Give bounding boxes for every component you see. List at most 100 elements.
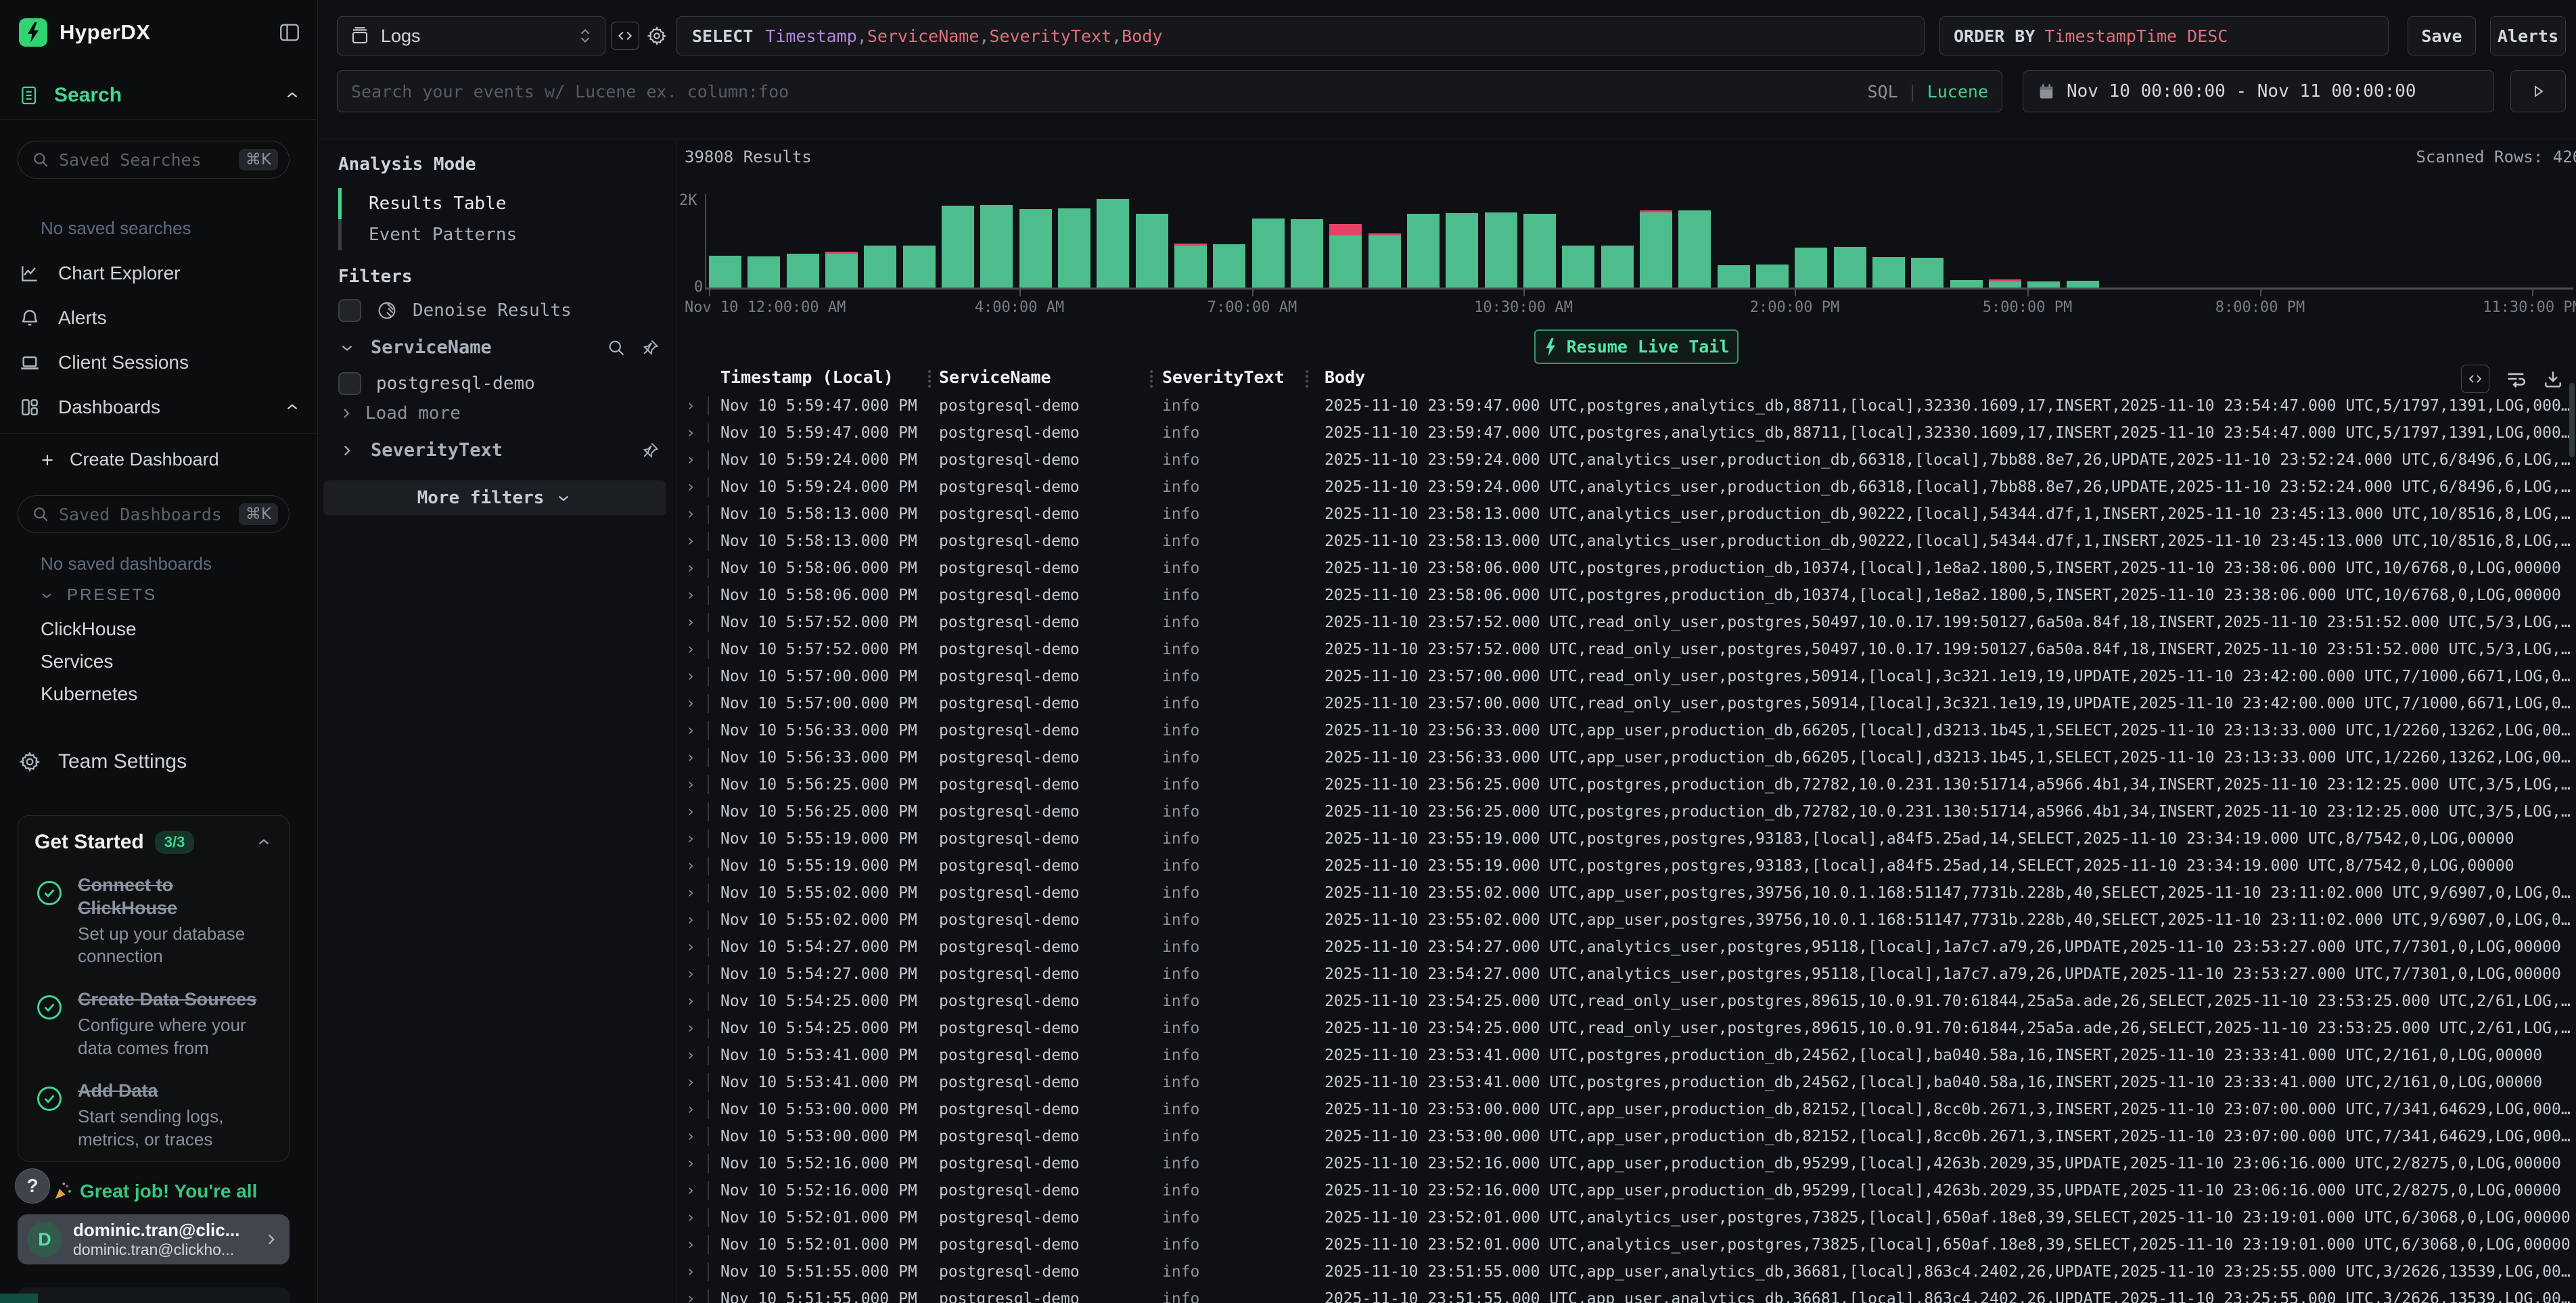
histogram-bar[interactable] bbox=[980, 205, 1013, 288]
expand-row-chevron-icon[interactable]: › bbox=[686, 451, 695, 469]
sidebar-item-dashboards[interactable]: Dashboards bbox=[19, 388, 301, 426]
chevron-up-icon[interactable] bbox=[283, 87, 301, 104]
expand-row-chevron-icon[interactable]: › bbox=[686, 641, 695, 658]
histogram-bar[interactable] bbox=[1213, 244, 1245, 288]
sidebar-item-search[interactable]: Search bbox=[19, 73, 301, 118]
histogram-bar[interactable] bbox=[1252, 219, 1285, 288]
lucene-mode-toggle[interactable]: Lucene bbox=[1927, 82, 1988, 101]
chevron-up-icon[interactable] bbox=[255, 833, 273, 851]
expand-row-chevron-icon[interactable]: › bbox=[686, 397, 695, 415]
chevron-up-icon[interactable] bbox=[283, 398, 301, 416]
presets-section-toggle[interactable]: PRESETS bbox=[39, 586, 157, 605]
expand-row-chevron-icon[interactable]: › bbox=[686, 1182, 695, 1199]
scrollbar-thumb[interactable] bbox=[2569, 383, 2575, 457]
histogram-bar[interactable] bbox=[1950, 280, 1983, 288]
expand-row-chevron-icon[interactable]: › bbox=[686, 532, 695, 550]
expand-row-chevron-icon[interactable]: › bbox=[686, 1074, 695, 1091]
expand-row-chevron-icon[interactable]: › bbox=[686, 1236, 695, 1254]
histogram-bar[interactable] bbox=[709, 256, 741, 288]
saved-dashboards-input[interactable]: Saved Dashboards ⌘K bbox=[18, 495, 290, 533]
histogram-bar[interactable] bbox=[1174, 244, 1207, 288]
log-row[interactable]: ›Nov 10 5:58:13.000 PMpostgresql-demoinf… bbox=[676, 528, 2576, 555]
log-row[interactable]: ›Nov 10 5:54:25.000 PMpostgresql-demoinf… bbox=[676, 988, 2576, 1015]
expand-row-chevron-icon[interactable]: › bbox=[686, 803, 695, 821]
source-select[interactable]: Logs bbox=[337, 16, 605, 55]
histogram-bar[interactable] bbox=[1523, 214, 1556, 288]
expand-row-chevron-icon[interactable]: › bbox=[686, 614, 695, 631]
expand-row-chevron-icon[interactable]: › bbox=[686, 992, 695, 1010]
log-row[interactable]: ›Nov 10 5:54:27.000 PMpostgresql-demoinf… bbox=[676, 934, 2576, 961]
expand-row-chevron-icon[interactable]: › bbox=[686, 857, 695, 875]
log-row[interactable]: ›Nov 10 5:57:52.000 PMpostgresql-demoinf… bbox=[676, 636, 2576, 663]
query-settings-gear-icon[interactable] bbox=[643, 22, 671, 50]
histogram-bar[interactable] bbox=[1368, 233, 1401, 288]
preset-services[interactable]: Services bbox=[41, 651, 113, 672]
log-row[interactable]: ›Nov 10 5:53:41.000 PMpostgresql-demoinf… bbox=[676, 1069, 2576, 1096]
search-icon[interactable] bbox=[607, 338, 626, 357]
create-dashboard-button[interactable]: Create Dashboard bbox=[39, 449, 219, 470]
log-row[interactable]: ›Nov 10 5:53:00.000 PMpostgresql-demoinf… bbox=[676, 1096, 2576, 1123]
get-started-item[interactable]: Connect to ClickHouse Set up your databa… bbox=[34, 874, 273, 968]
save-button[interactable]: Save bbox=[2408, 16, 2476, 55]
histogram-bar[interactable] bbox=[1678, 210, 1711, 288]
get-started-item[interactable]: Add Data Start sending logs, metrics, or… bbox=[34, 1080, 273, 1151]
column-resize-handle[interactable] bbox=[1306, 370, 1308, 388]
histogram-bar[interactable] bbox=[1911, 258, 1944, 288]
expand-row-chevron-icon[interactable]: › bbox=[686, 1209, 695, 1227]
user-account-button[interactable]: D dominic.tran@clic... dominic.tran@clic… bbox=[18, 1214, 290, 1264]
histogram-bar[interactable] bbox=[1562, 246, 1594, 288]
log-row[interactable]: ›Nov 10 5:57:00.000 PMpostgresql-demoinf… bbox=[676, 690, 2576, 717]
expand-row-chevron-icon[interactable]: › bbox=[686, 695, 695, 712]
date-range-picker[interactable]: Nov 10 00:00:00 - Nov 11 00:00:00 bbox=[2023, 70, 2494, 112]
service-filter-option[interactable]: postgresql-demo bbox=[338, 372, 660, 395]
log-row[interactable]: ›Nov 10 5:55:19.000 PMpostgresql-demoinf… bbox=[676, 825, 2576, 852]
col-header-severitytext[interactable]: SeverityText bbox=[1162, 367, 1285, 387]
get-started-item[interactable]: Create Data Sources Configure where your… bbox=[34, 988, 273, 1059]
log-row[interactable]: ›Nov 10 5:57:00.000 PMpostgresql-demoinf… bbox=[676, 663, 2576, 690]
histogram-bar[interactable] bbox=[903, 246, 936, 288]
log-row[interactable]: ›Nov 10 5:52:16.000 PMpostgresql-demoinf… bbox=[676, 1150, 2576, 1177]
expand-row-chevron-icon[interactable]: › bbox=[686, 1020, 695, 1037]
expand-row-chevron-icon[interactable]: › bbox=[686, 1101, 695, 1118]
log-row[interactable]: ›Nov 10 5:52:01.000 PMpostgresql-demoinf… bbox=[676, 1204, 2576, 1231]
sidebar-item-chart-explorer[interactable]: Chart Explorer bbox=[19, 254, 301, 292]
histogram-bar[interactable] bbox=[864, 246, 896, 288]
sidebar-item-client-sessions[interactable]: Client Sessions bbox=[19, 344, 301, 382]
order-by-input[interactable]: ORDER BY TimestampTime DESC bbox=[1939, 16, 2389, 55]
expand-row-chevron-icon[interactable]: › bbox=[686, 749, 695, 767]
expand-row-chevron-icon[interactable]: › bbox=[686, 722, 695, 739]
log-row[interactable]: ›Nov 10 5:55:19.000 PMpostgresql-demoinf… bbox=[676, 852, 2576, 879]
histogram-bar[interactable] bbox=[2067, 281, 2099, 288]
log-row[interactable]: ›Nov 10 5:52:16.000 PMpostgresql-demoinf… bbox=[676, 1177, 2576, 1204]
log-row[interactable]: ›Nov 10 5:58:06.000 PMpostgresql-demoinf… bbox=[676, 582, 2576, 609]
histogram-bar[interactable] bbox=[1834, 247, 1866, 288]
log-row[interactable]: ›Nov 10 5:57:52.000 PMpostgresql-demoinf… bbox=[676, 609, 2576, 636]
histogram-bar[interactable] bbox=[1718, 265, 1750, 288]
log-row[interactable]: ›Nov 10 5:54:27.000 PMpostgresql-demoinf… bbox=[676, 961, 2576, 988]
raw-json-toggle-icon[interactable] bbox=[2461, 365, 2489, 393]
histogram-bar[interactable] bbox=[1640, 210, 1672, 288]
log-row[interactable]: ›Nov 10 5:51:55.000 PMpostgresql-demoinf… bbox=[676, 1285, 2576, 1303]
expand-row-chevron-icon[interactable]: › bbox=[686, 1128, 695, 1145]
log-row[interactable]: ›Nov 10 5:59:24.000 PMpostgresql-demoinf… bbox=[676, 474, 2576, 501]
saved-searches-input[interactable]: Saved Searches ⌘K bbox=[18, 141, 290, 179]
help-button[interactable]: ? bbox=[15, 1168, 50, 1204]
service-checkbox[interactable] bbox=[338, 372, 361, 395]
histogram-bar[interactable] bbox=[1407, 214, 1440, 288]
expand-row-chevron-icon[interactable]: › bbox=[686, 1155, 695, 1172]
histogram-bar[interactable] bbox=[1485, 212, 1517, 288]
resume-live-tail-button[interactable]: Resume Live Tail bbox=[1534, 329, 1739, 364]
log-row[interactable]: ›Nov 10 5:59:24.000 PMpostgresql-demoinf… bbox=[676, 447, 2576, 474]
load-more-button[interactable]: Load more bbox=[338, 403, 660, 424]
expand-row-chevron-icon[interactable]: › bbox=[686, 559, 695, 577]
histogram-bar[interactable] bbox=[787, 254, 819, 288]
expand-row-chevron-icon[interactable]: › bbox=[686, 1047, 695, 1064]
histogram-bar[interactable] bbox=[1136, 214, 1168, 288]
log-row[interactable]: ›Nov 10 5:56:25.000 PMpostgresql-demoinf… bbox=[676, 771, 2576, 798]
expand-row-chevron-icon[interactable]: › bbox=[686, 911, 695, 929]
column-resize-handle[interactable] bbox=[928, 370, 931, 388]
sql-mode-toggle[interactable]: SQL bbox=[1867, 82, 1898, 101]
histogram-bar[interactable] bbox=[1019, 209, 1052, 288]
denoise-results-option[interactable]: Denoise Results bbox=[338, 299, 660, 322]
expand-row-chevron-icon[interactable]: › bbox=[686, 668, 695, 685]
